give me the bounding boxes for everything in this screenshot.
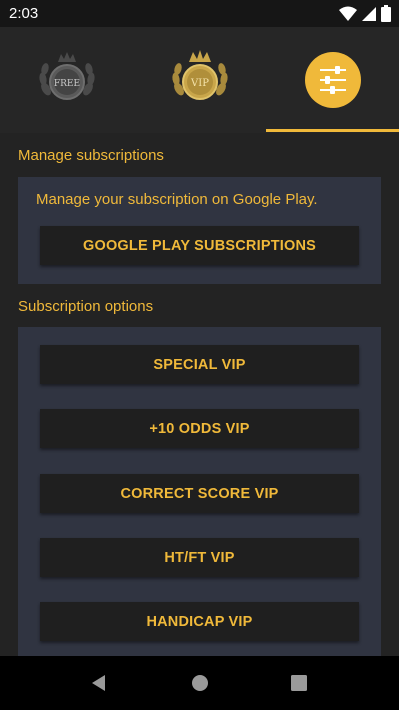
tab-indicator	[266, 129, 399, 132]
signal-icon	[362, 6, 376, 21]
tab-bar: FREE VIP	[0, 27, 399, 133]
status-time: 2:03	[9, 5, 39, 22]
vip-badge-label: VIP	[190, 78, 209, 89]
odds-vip-button[interactable]: +10 ODDS VIP	[40, 409, 359, 448]
battery-icon	[381, 5, 391, 22]
back-icon	[92, 675, 105, 691]
home-icon	[192, 675, 208, 691]
status-icons	[339, 5, 391, 22]
tab-free[interactable]: FREE	[0, 27, 133, 133]
wifi-icon	[339, 6, 357, 21]
recents-icon	[291, 675, 307, 691]
sliders-icon	[304, 52, 361, 108]
status-bar: 2:03	[0, 0, 399, 27]
vip-badge-icon: VIP	[171, 50, 228, 100]
manage-section-title: Manage subscriptions	[18, 147, 164, 164]
manage-description: Manage your subscription on Google Play.	[36, 191, 318, 208]
tab-settings[interactable]	[266, 27, 399, 133]
navigation-bar	[0, 656, 399, 710]
nav-home-button[interactable]	[170, 656, 230, 710]
options-card: SPECIAL VIP +10 ODDS VIP CORRECT SCORE V…	[18, 327, 381, 656]
htft-vip-button[interactable]: HT/FT VIP	[40, 538, 359, 577]
nav-recents-button[interactable]	[269, 656, 329, 710]
options-section-title: Subscription options	[18, 298, 154, 315]
nav-back-button[interactable]	[69, 656, 129, 710]
free-badge-icon: FREE	[38, 52, 95, 100]
tab-vip[interactable]: VIP	[133, 27, 266, 133]
handicap-vip-button[interactable]: HANDICAP VIP	[40, 602, 359, 641]
free-badge-label: FREE	[53, 79, 79, 89]
settings-content[interactable]: Manage subscriptions Manage your subscri…	[0, 133, 399, 656]
correct-score-vip-button[interactable]: CORRECT SCORE VIP	[40, 474, 359, 513]
special-vip-button[interactable]: SPECIAL VIP	[40, 345, 359, 384]
manage-card: Manage your subscription on Google Play.…	[18, 177, 381, 284]
google-play-subscriptions-button[interactable]: GOOGLE PLAY SUBSCRIPTIONS	[40, 226, 359, 265]
